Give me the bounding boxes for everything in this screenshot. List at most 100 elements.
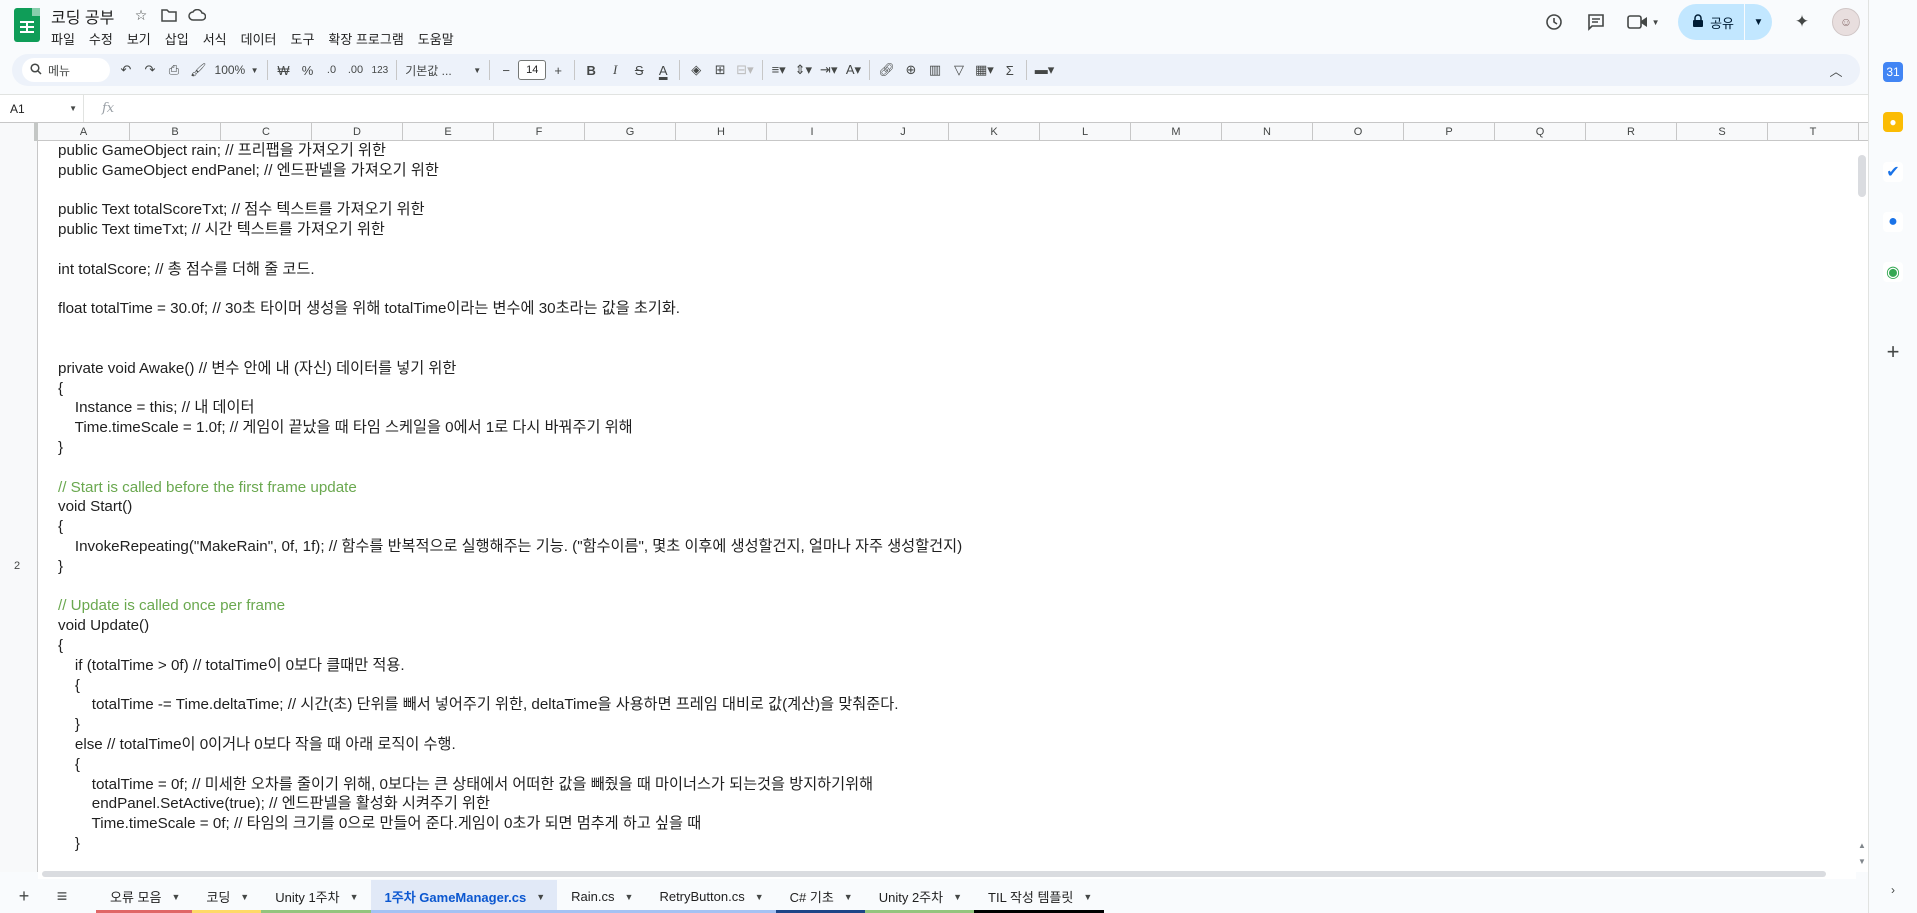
cell-a1-content[interactable]: public GameObject rain; // 프리팹을 가져오기 위한 p… — [58, 141, 962, 854]
cloud-status-icon[interactable] — [188, 6, 206, 24]
meet-video-icon[interactable]: ▼ — [1626, 10, 1660, 34]
redo-icon[interactable]: ↷ — [138, 58, 162, 82]
column-header-j[interactable]: J — [858, 123, 949, 141]
column-header-r[interactable]: R — [1586, 123, 1677, 141]
chevron-down-icon[interactable]: ▼ — [350, 892, 359, 902]
maps-icon[interactable]: ◉ — [1883, 262, 1903, 282]
strikethrough-button[interactable]: S — [627, 58, 651, 82]
menu-view[interactable]: 보기 — [120, 27, 158, 50]
percent-format-button[interactable]: % — [296, 58, 320, 82]
scroll-up-icon[interactable]: ▲ — [1858, 841, 1866, 850]
show-side-panel-icon[interactable]: › — [1883, 880, 1903, 900]
vertical-scrollbar[interactable]: ▲ ▼ — [1856, 141, 1868, 872]
column-header-t[interactable]: T — [1768, 123, 1859, 141]
more-formats-button[interactable]: 123 — [368, 58, 393, 82]
bold-button[interactable]: B — [579, 58, 603, 82]
font-select[interactable]: 기본값 ... ▼ — [401, 58, 485, 82]
column-header-q[interactable]: Q — [1495, 123, 1586, 141]
scroll-down-icon[interactable]: ▼ — [1858, 857, 1866, 866]
chevron-down-icon[interactable]: ▼ — [171, 892, 180, 902]
currency-format-button[interactable]: ₩ — [272, 58, 296, 82]
decrease-decimal-button[interactable]: .0 — [320, 58, 344, 82]
functions-icon[interactable]: Σ — [998, 58, 1022, 82]
menu-help[interactable]: 도움말 — [411, 27, 461, 50]
text-color-button[interactable]: A — [651, 58, 675, 82]
add-sheet-icon[interactable]: + — [10, 883, 38, 911]
gemini-sparkle-icon[interactable]: ✦ — [1790, 10, 1814, 34]
chevron-down-icon[interactable]: ▼ — [844, 892, 853, 902]
tasks-icon[interactable]: ✔ — [1883, 162, 1903, 182]
keep-icon[interactable]: ● — [1883, 112, 1903, 132]
menu-edit[interactable]: 수정 — [82, 27, 120, 50]
menu-extensions[interactable]: 확장 프로그램 — [321, 27, 410, 50]
column-header-o[interactable]: O — [1313, 123, 1404, 141]
menu-data[interactable]: 데이터 — [234, 27, 284, 50]
borders-icon[interactable]: ⊞ — [708, 58, 732, 82]
column-header-c[interactable]: C — [221, 123, 312, 141]
chevron-down-icon[interactable]: ▼ — [625, 892, 634, 902]
comments-icon[interactable] — [1584, 10, 1608, 34]
name-box[interactable]: A1 ▼ — [0, 95, 84, 122]
sheet-tab[interactable]: TIL 작성 템플릿 ▼ — [974, 880, 1105, 913]
menu-insert[interactable]: 삽입 — [158, 27, 196, 50]
increase-decimal-button[interactable]: .00 — [344, 58, 368, 82]
vertical-align-icon[interactable]: ⇕▾ — [791, 58, 816, 82]
horizontal-scrollbar[interactable] — [38, 869, 1856, 879]
paint-format-icon[interactable]: 🖌︎ — [186, 58, 211, 82]
sheet-tab[interactable]: 1주차 GameManager.cs ▼ — [370, 880, 558, 913]
contacts-icon[interactable]: ● — [1883, 212, 1903, 232]
move-folder-icon[interactable] — [160, 6, 178, 24]
sheet-tab[interactable]: 코딩 ▼ — [192, 880, 262, 913]
horizontal-align-icon[interactable]: ≡▾ — [767, 58, 791, 82]
column-header-m[interactable]: M — [1131, 123, 1222, 141]
column-header-k[interactable]: K — [949, 123, 1040, 141]
column-header-s[interactable]: S — [1677, 123, 1768, 141]
print-icon[interactable]: ⎙ — [162, 58, 186, 82]
sheet-tab[interactable]: RetryButton.cs ▼ — [645, 880, 776, 913]
all-sheets-icon[interactable]: ≡ — [48, 883, 76, 911]
chevron-down-icon[interactable]: ▼ — [953, 892, 962, 902]
chevron-down-icon[interactable]: ▼ — [755, 892, 764, 902]
cell-grid[interactable]: public GameObject rain; // 프리팹을 가져오기 위한 p… — [38, 141, 1856, 869]
filter-icon[interactable]: ▽ — [947, 58, 971, 82]
column-header-b[interactable]: B — [130, 123, 221, 141]
column-header-g[interactable]: G — [585, 123, 676, 141]
undo-icon[interactable]: ↶ — [114, 58, 138, 82]
calendar-icon[interactable]: 31 — [1883, 62, 1903, 82]
share-button[interactable]: 공유 — [1678, 4, 1744, 40]
font-size-input[interactable]: 14 — [518, 60, 547, 80]
column-header-h[interactable]: H — [676, 123, 767, 141]
column-header-i[interactable]: I — [767, 123, 858, 141]
insert-chart-icon[interactable]: ▥ — [923, 58, 947, 82]
chevron-down-icon[interactable]: ▼ — [536, 892, 545, 902]
collapse-menus-icon[interactable]: ︿ — [1824, 58, 1848, 82]
chevron-down-icon[interactable]: ▼ — [240, 892, 249, 902]
insert-comment-icon[interactable]: ⊕ — [899, 58, 923, 82]
font-size-increase-button[interactable]: + — [546, 58, 570, 82]
document-title[interactable]: 코딩 공부 — [51, 4, 114, 28]
row-number[interactable]: 2 — [0, 560, 34, 572]
sheet-tab[interactable]: Rain.cs ▼ — [557, 880, 646, 913]
merge-cells-icon[interactable]: ⊟▾ — [732, 58, 757, 82]
column-header-e[interactable]: E — [403, 123, 494, 141]
star-icon[interactable]: ☆ — [132, 6, 150, 24]
chevron-down-icon[interactable]: ▼ — [1083, 892, 1092, 902]
insert-link-icon[interactable]: 🔗︎ — [874, 58, 899, 82]
column-header-a[interactable]: A — [38, 123, 130, 141]
avatar[interactable]: ☺ — [1832, 8, 1860, 36]
sheets-logo-icon[interactable] — [14, 8, 40, 42]
column-header-l[interactable]: L — [1040, 123, 1131, 141]
select-all-corner[interactable] — [0, 123, 38, 141]
menu-file[interactable]: 파일 — [44, 27, 82, 50]
filter-views-icon[interactable]: ▦▾ — [971, 58, 998, 82]
zoom-select[interactable]: 100% ▼ — [211, 58, 263, 82]
fill-color-icon[interactable]: ◈ — [684, 58, 708, 82]
share-dropdown-button[interactable]: ▼ — [1744, 4, 1772, 40]
get-addons-icon[interactable]: + — [1883, 339, 1903, 364]
version-history-icon[interactable] — [1542, 10, 1566, 34]
menu-format[interactable]: 서식 — [196, 27, 234, 50]
vertical-scroll-thumb[interactable] — [1858, 155, 1866, 197]
column-header-p[interactable]: P — [1404, 123, 1495, 141]
horizontal-scroll-thumb[interactable] — [42, 871, 1826, 877]
text-rotation-icon[interactable]: A▾ — [841, 58, 865, 82]
